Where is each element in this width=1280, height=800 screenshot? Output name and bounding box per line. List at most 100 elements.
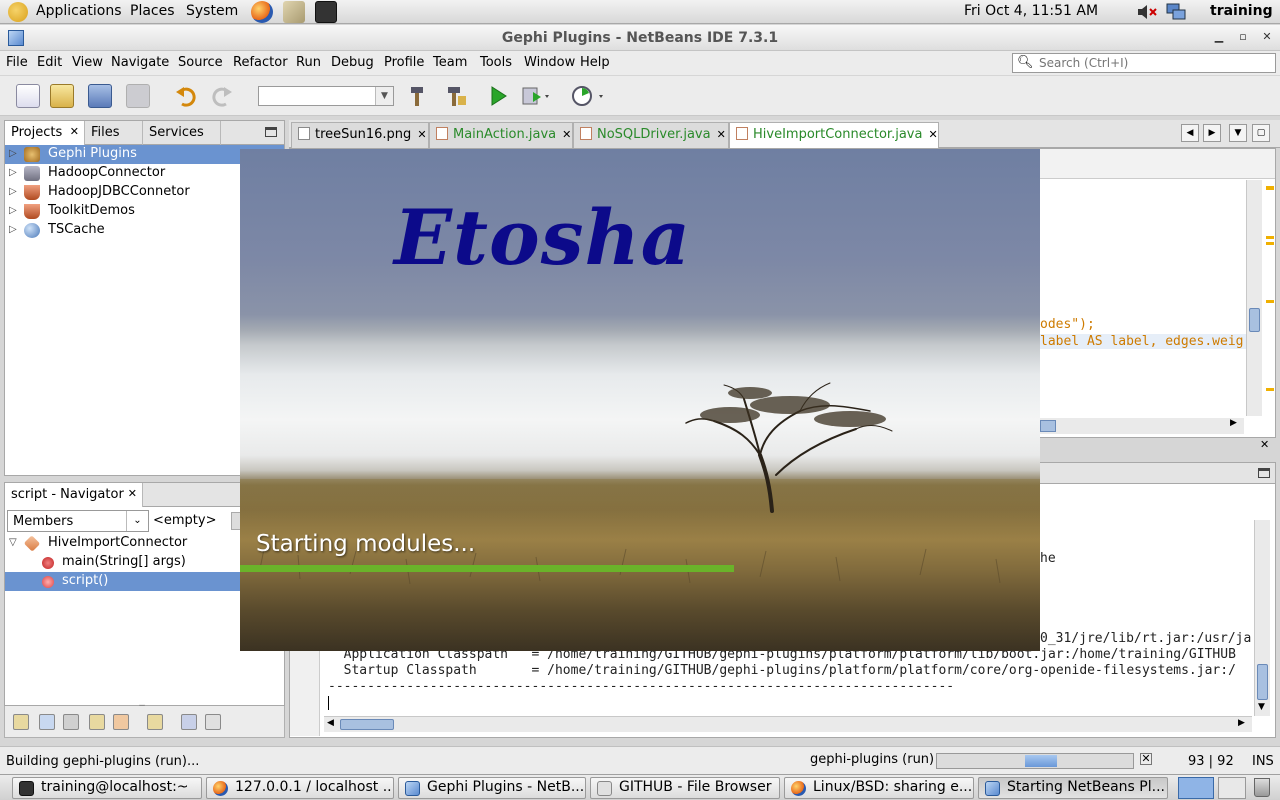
show-opened-documents-icon[interactable]: ▼ xyxy=(1229,124,1247,142)
status-task-name[interactable]: gephi-plugins (run) xyxy=(810,752,934,767)
menu-source[interactable]: Source xyxy=(178,55,223,70)
members-filter-select[interactable]: Members ⌄ xyxy=(7,510,149,532)
firefox-icon[interactable] xyxy=(251,1,273,23)
scroll-right-icon[interactable]: ▶ xyxy=(1238,718,1245,728)
close-icon[interactable]: ✕ xyxy=(928,128,937,141)
filter-inherited-icon[interactable] xyxy=(13,714,29,730)
minimize-panel-icon[interactable] xyxy=(1258,468,1270,478)
scroll-left-icon[interactable]: ◀ xyxy=(327,718,334,728)
scroll-thumb[interactable] xyxy=(1257,664,1268,700)
filter-static-icon[interactable] xyxy=(63,714,79,730)
network-icon[interactable] xyxy=(1164,2,1188,22)
close-icon[interactable]: ✕ xyxy=(1260,438,1269,451)
system-menu[interactable]: System xyxy=(186,3,238,19)
expand-triangle-icon[interactable]: ▷ xyxy=(9,148,17,159)
menu-tools[interactable]: Tools xyxy=(480,55,512,70)
menu-run[interactable]: Run xyxy=(296,55,321,70)
expand-triangle-icon[interactable]: ▷ xyxy=(9,205,17,216)
chevron-down-icon[interactable]: ⌄ xyxy=(126,511,148,531)
expand-triangle-icon[interactable]: ▷ xyxy=(9,167,17,178)
redo-icon[interactable] xyxy=(210,84,234,108)
debug-icon[interactable] xyxy=(520,84,549,108)
trash-icon[interactable] xyxy=(1254,778,1270,797)
filter-fqn-icon[interactable] xyxy=(147,714,163,730)
places-menu[interactable]: Places xyxy=(130,3,175,19)
menu-edit[interactable]: Edit xyxy=(37,55,62,70)
workspace-switcher-2[interactable] xyxy=(1218,777,1246,799)
minimize-panel-icon[interactable] xyxy=(265,127,277,137)
undo-icon[interactable] xyxy=(174,84,198,108)
taskbar-item-file-browser[interactable]: GITHUB - File Browser xyxy=(590,777,780,799)
search-box[interactable]: 🔍︎ xyxy=(1012,53,1276,73)
profile-icon[interactable] xyxy=(570,84,603,108)
close-icon[interactable]: ✕ xyxy=(128,487,137,500)
filter-inner-icon[interactable] xyxy=(113,714,129,730)
sort-source-icon[interactable] xyxy=(205,714,221,730)
mail-icon[interactable] xyxy=(283,1,305,23)
taskbar-item-splash[interactable]: Starting NetBeans Pl... xyxy=(978,777,1168,799)
menu-view[interactable]: View xyxy=(72,55,103,70)
tab-files[interactable]: Files xyxy=(85,121,143,145)
menu-refactor[interactable]: Refactor xyxy=(233,55,288,70)
editor-tab-mainaction[interactable]: MainAction.java ✕ xyxy=(429,122,573,148)
tab-navigator[interactable]: script - Navigator ✕ xyxy=(5,483,143,507)
new-project-icon[interactable] xyxy=(50,84,74,108)
menu-profile[interactable]: Profile xyxy=(384,55,424,70)
close-icon[interactable]: ✕ xyxy=(562,128,571,141)
editor-tab-treesun16[interactable]: treeSun16.png ✕ xyxy=(291,122,429,148)
configuration-select[interactable]: ▼ xyxy=(258,86,394,106)
cancel-task-icon[interactable]: ✕ xyxy=(1140,753,1152,765)
workspace-switcher[interactable] xyxy=(1178,777,1214,799)
menu-help[interactable]: Help xyxy=(580,55,610,70)
clock[interactable]: Fri Oct 4, 11:51 AM xyxy=(964,3,1098,19)
search-input[interactable] xyxy=(1039,55,1271,71)
close-icon[interactable]: ✕ xyxy=(1260,30,1274,44)
scroll-thumb[interactable] xyxy=(340,719,394,730)
chevron-down-icon[interactable]: ▼ xyxy=(375,87,393,105)
new-file-icon[interactable] xyxy=(16,84,40,108)
close-icon[interactable]: ✕ xyxy=(417,128,426,141)
close-icon[interactable]: ✕ xyxy=(70,125,79,138)
scroll-thumb[interactable] xyxy=(1040,420,1056,432)
volume-muted-icon[interactable] xyxy=(1136,3,1158,21)
maximize-editor-icon[interactable]: ▢ xyxy=(1252,124,1270,142)
output-vertical-scrollbar[interactable]: ▼ xyxy=(1254,520,1270,716)
editor-horizontal-scrollbar[interactable]: ▶ xyxy=(1040,418,1244,434)
minimize-icon[interactable]: ▁ xyxy=(1212,30,1226,44)
close-icon[interactable]: ✕ xyxy=(717,128,726,141)
expand-triangle-icon[interactable]: ▷ xyxy=(9,224,17,235)
save-all-icon[interactable] xyxy=(126,84,150,108)
applications-menu[interactable]: Applications xyxy=(36,3,122,19)
editor-tab-nosqldriver[interactable]: NoSQLDriver.java ✕ xyxy=(573,122,729,148)
maximize-icon[interactable]: ▫ xyxy=(1236,30,1250,44)
menu-debug[interactable]: Debug xyxy=(331,55,374,70)
menu-window[interactable]: Window xyxy=(524,55,575,70)
scroll-tabs-left-icon[interactable]: ◀ xyxy=(1181,124,1199,142)
taskbar-item-firefox-linux[interactable]: Linux/BSD: sharing e... xyxy=(784,777,974,799)
filter-nonpublic-icon[interactable] xyxy=(89,714,105,730)
menu-navigate[interactable]: Navigate xyxy=(111,55,169,70)
filter-fields-icon[interactable] xyxy=(39,714,55,730)
collapse-triangle-icon[interactable]: ▽ xyxy=(9,537,17,548)
menu-file[interactable]: File xyxy=(6,55,28,70)
sort-name-icon[interactable] xyxy=(181,714,197,730)
scroll-down-icon[interactable]: ▼ xyxy=(1258,702,1265,712)
search-icon[interactable]: 🔍︎ xyxy=(1017,55,1034,70)
editor-vertical-scrollbar[interactable] xyxy=(1246,180,1262,416)
editor-tab-hiveimportconnector[interactable]: HiveImportConnector.java ✕ xyxy=(729,122,939,148)
user-name[interactable]: training xyxy=(1210,3,1273,19)
tab-projects[interactable]: Projects ✕ xyxy=(5,121,85,145)
open-project-icon[interactable] xyxy=(88,84,112,108)
scroll-right-icon[interactable]: ▶ xyxy=(1230,418,1237,428)
expand-triangle-icon[interactable]: ▷ xyxy=(9,186,17,197)
output-horizontal-scrollbar[interactable]: ◀ ▶ xyxy=(324,716,1252,732)
scroll-tabs-right-icon[interactable]: ▶ xyxy=(1203,124,1221,142)
run-icon[interactable] xyxy=(486,84,510,108)
taskbar-item-netbeans[interactable]: Gephi Plugins - NetB... xyxy=(398,777,586,799)
taskbar-item-firefox[interactable]: 127.0.0.1 / localhost ... xyxy=(206,777,394,799)
taskbar-item-terminal[interactable]: training@localhost:~ xyxy=(12,777,202,799)
build-hammer-icon[interactable] xyxy=(406,84,430,108)
scroll-thumb[interactable] xyxy=(1249,308,1260,332)
terminal-icon[interactable] xyxy=(315,1,337,23)
gnome-foot-icon[interactable] xyxy=(8,2,28,22)
